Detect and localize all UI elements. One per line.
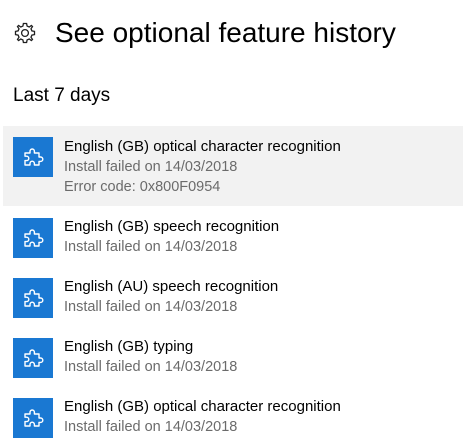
gear-icon: [13, 21, 37, 45]
error-code: Error code: 0x800F0954: [64, 179, 221, 195]
page-title: See optional feature history: [55, 17, 396, 48]
list-item[interactable]: English (GB) typing Install failed on 14…: [3, 326, 463, 386]
section-heading: Last 7 days: [13, 85, 111, 106]
page-header: See optional feature history: [0, 0, 469, 62]
puzzle-piece-icon: [13, 218, 53, 258]
puzzle-piece-icon: [13, 137, 53, 177]
feature-history-list: English (GB) optical character recogniti…: [3, 126, 463, 446]
feature-status: Install failed on 14/03/2018: [64, 359, 238, 375]
feature-name: English (GB) typing: [64, 338, 194, 355]
puzzle-piece-icon: [13, 398, 53, 438]
list-item[interactable]: English (GB) optical character recogniti…: [3, 126, 463, 206]
list-item[interactable]: English (GB) optical character recogniti…: [3, 386, 463, 446]
feature-name: English (GB) speech recognition: [64, 218, 280, 235]
feature-status: Install failed on 14/03/2018: [64, 299, 238, 315]
feature-status: Install failed on 14/03/2018: [64, 239, 238, 255]
list-item[interactable]: English (AU) speech recognition Install …: [3, 266, 463, 326]
feature-status: Install failed on 14/03/2018: [64, 159, 238, 175]
puzzle-piece-icon: [13, 278, 53, 318]
feature-name: English (GB) optical character recogniti…: [64, 138, 341, 155]
puzzle-piece-icon: [13, 338, 53, 378]
feature-name: English (AU) speech recognition: [64, 278, 279, 295]
list-item[interactable]: English (GB) speech recognition Install …: [3, 206, 463, 266]
feature-name: English (GB) optical character recogniti…: [64, 398, 341, 415]
feature-status: Install failed on 14/03/2018: [64, 419, 238, 435]
